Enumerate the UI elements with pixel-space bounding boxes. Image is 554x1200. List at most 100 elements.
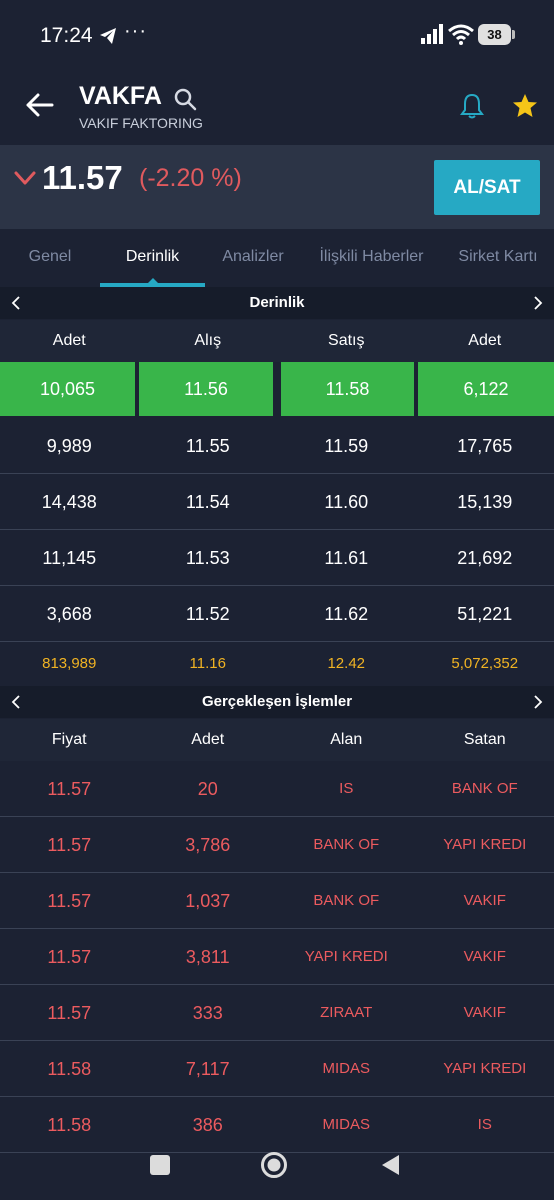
tab-derinlik-label: Derinlik [125,248,180,265]
trade-price: 11.57 [47,947,92,967]
depth-ask-qty: 15,139 [457,492,513,512]
tab-bar: Genel Derinlik Analizler İlişkili Haberl… [0,229,554,287]
total-bid-price: 11.16 [189,655,226,672]
trade-price: 11.57 [47,1003,92,1023]
last-price: 11.57 [42,159,123,196]
trades-title: Gerçekleşen İşlemler [201,693,353,710]
trade-qty: 20 [197,779,218,799]
depth-row: 14,438 11.54 11.60 15,139 [0,474,554,530]
trade-price: 11.57 [47,779,92,799]
depth-ask-price: 11.59 [324,436,369,456]
stock-full-name: VAKIF FAKTORING [79,115,203,131]
trades-col-buyer: Alan [330,731,363,748]
depth-col-ask-qty: Adet [468,332,502,349]
depth-row: 3,668 11.52 11.62 51,221 [0,586,554,642]
tab-genel[interactable]: Genel [0,229,100,287]
trade-qty: 3,786 [185,835,231,855]
chevron-right-icon[interactable] [530,694,546,710]
star-icon[interactable] [511,92,539,120]
trade-seller: VAKIF [463,948,506,965]
total-bid-qty: 813,989 [42,655,97,672]
app-header: VAKFA VAKIF FAKTORING [0,70,554,145]
trade-seller: IS [477,1116,492,1133]
buy-sell-button[interactable]: AL/SAT [434,160,540,215]
trade-qty: 1,037 [185,891,231,911]
depth-totals-row: 813,989 11.16 12.42 5,072,352 [0,643,554,685]
trades-col-seller: Satan [463,731,506,748]
status-time: 17:24 [40,24,93,47]
trade-seller: YAPI KREDI [443,1060,527,1077]
depth-row: 11,145 11.53 11.61 21,692 [0,530,554,586]
status-more-dots: ··· [124,20,147,42]
depth-col-bid-qty: Adet [52,332,86,349]
depth-bid-price: 11.54 [185,492,230,512]
trade-buyer: YAPI KREDI [304,948,388,965]
total-ask-qty: 5,072,352 [451,655,519,672]
trades-section-header: Gerçekleşen İşlemler [0,686,554,718]
depth-section-header: Derinlik [0,287,554,319]
trade-qty: 7,117 [185,1059,230,1079]
trade-seller: BANK OF [451,780,518,797]
best-bid-qty: 10,065 [0,362,135,416]
tab-derinlik[interactable]: Derinlik [100,229,205,287]
chevron-right-icon[interactable] [530,295,546,311]
trade-row: 11.57 3,786 BANK OF YAPI KREDI [0,817,554,873]
depth-bid-qty: 3,668 [46,604,92,624]
trade-buyer: BANK OF [313,836,380,853]
depth-bid-qty: 11,145 [42,548,97,568]
trade-buyer: ZIRAAT [320,1004,373,1021]
price-bar: 11.57 (-2.20 %) AL/SAT [0,145,554,229]
depth-col-ask: Satış [328,332,365,349]
recent-apps-icon[interactable] [150,1155,170,1175]
total-ask-price: 12.42 [327,655,366,672]
trade-row: 11.57 1,037 BANK OF VAKIF [0,873,554,929]
trade-seller: YAPI KREDI [443,836,527,853]
trade-price: 11.57 [47,891,92,911]
depth-best-row: 10,065 11.56 11.58 6,122 [0,362,554,416]
status-bar: 17:24 ··· 38 [0,0,554,70]
depth-ask-price: 11.61 [324,548,369,568]
bell-icon[interactable] [459,92,485,120]
trades-col-qty: Adet [191,731,225,748]
depth-column-headers: Adet Alış Satış Adet [0,320,554,362]
best-ask-price: 11.58 [281,362,414,416]
telegram-icon [100,28,116,44]
best-ask-qty: 6,122 [418,362,554,416]
depth-bid-qty: 9,989 [46,436,92,456]
tab-analizler[interactable]: Analizler [205,229,301,287]
trade-buyer: MIDAS [322,1116,370,1133]
depth-ask-qty: 21,692 [457,548,513,568]
depth-bid-price: 11.55 [185,436,230,456]
stock-symbol: VAKFA [79,82,162,110]
depth-title: Derinlik [249,294,305,311]
trade-price: 11.57 [47,835,92,855]
system-nav-bar [0,1145,554,1200]
trade-buyer: MIDAS [322,1060,370,1077]
trade-seller: VAKIF [463,892,506,909]
chevron-down-icon [14,171,36,185]
battery-icon: 38 [478,24,515,45]
search-icon[interactable] [173,87,197,111]
trade-row: 11.57 333 ZIRAAT VAKIF [0,985,554,1041]
wifi-icon [448,24,474,45]
signal-icon [421,24,443,44]
depth-col-bid: Alış [194,332,222,349]
nav-back-icon[interactable] [379,1153,401,1177]
trade-row: 11.58 7,117 MIDAS YAPI KREDI [0,1041,554,1097]
tab-iliskili-haberler[interactable]: İlişkili Haberler [301,229,442,287]
trade-price: 11.58 [47,1059,92,1079]
home-icon[interactable] [260,1151,288,1179]
depth-bid-price: 11.52 [185,604,230,624]
trade-qty: 333 [192,1003,223,1023]
back-arrow-icon[interactable] [24,88,56,122]
depth-bid-price: 11.53 [185,548,230,568]
price-change-percent: (-2.20 %) [139,164,242,192]
tab-sirket-karti[interactable]: Sirket Kartı [442,229,554,287]
trade-row: 11.57 3,811 YAPI KREDI VAKIF [0,929,554,985]
depth-ask-price: 11.62 [324,604,369,624]
depth-bid-qty: 14,438 [41,492,97,512]
trade-buyer: IS [339,780,354,797]
trade-price: 11.58 [47,1115,92,1135]
screen: 17:24 ··· 38 VAKFA VAKIF FAKTORING 11.57… [0,0,554,1200]
trade-row: 11.57 20 IS BANK OF [0,761,554,817]
